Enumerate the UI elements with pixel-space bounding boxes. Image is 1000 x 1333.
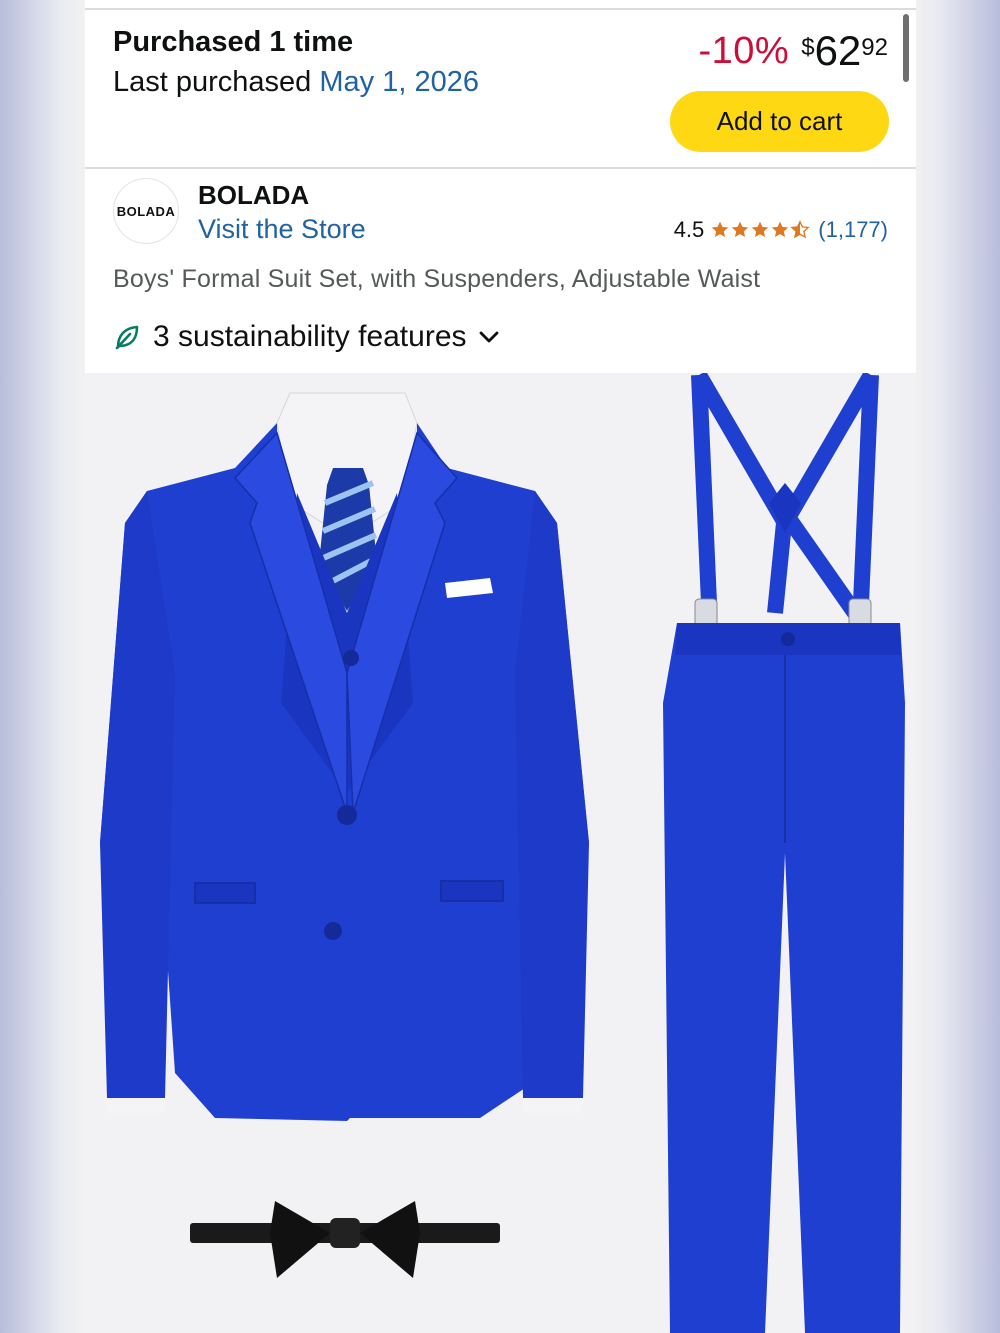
pants-illustration: [663, 623, 905, 1333]
last-purchased-label: Last purchased: [113, 66, 312, 98]
star-icon: [732, 221, 749, 237]
rating-summary[interactable]: 4.5 (1,177): [674, 217, 888, 243]
scrollbar[interactable]: [903, 14, 909, 82]
purchase-count: Purchased 1 time: [113, 26, 354, 58]
leaf-icon: [113, 323, 141, 351]
suit-set-image: [100, 370, 905, 1333]
jacket-illustration: [100, 392, 589, 1121]
bow-tie-illustration: [190, 1201, 500, 1278]
section-divider: [85, 167, 916, 169]
visit-store-link[interactable]: Visit the Store: [198, 214, 366, 245]
brand-logo-text: BOLADA: [116, 203, 176, 219]
sustainability-label: 3 sustainability features: [153, 320, 467, 353]
rating-value: 4.5: [673, 217, 705, 242]
price-currency: $: [801, 34, 815, 61]
product-title: Boys' Formal Suit Set, with Suspenders, …: [113, 265, 761, 293]
half-star-icon: [790, 220, 811, 239]
add-to-cart-button[interactable]: Add to cart: [670, 91, 889, 152]
star-icon: [752, 221, 769, 237]
star-icon: [772, 221, 789, 237]
star-icon: [712, 221, 729, 237]
brand-logo[interactable]: BOLADA: [113, 178, 179, 244]
last-purchased-date[interactable]: May 1, 2026: [319, 66, 479, 98]
rating-stars: [710, 220, 811, 240]
price-fraction: 92: [861, 34, 888, 61]
chevron-down-icon: [477, 325, 501, 349]
rating-count[interactable]: (1,177): [818, 217, 888, 243]
brand-name: BOLADA: [198, 180, 310, 210]
suspenders-illustration: [691, 370, 879, 636]
price-whole: 62: [814, 27, 862, 74]
last-purchased-line: Last purchased May 1, 2026: [113, 66, 479, 99]
discount-percent: -10%: [698, 30, 790, 72]
product-page: Purchased 1 time Last purchased May 1, 2…: [85, 0, 916, 1333]
sustainability-toggle[interactable]: 3 sustainability features: [113, 320, 501, 354]
product-image[interactable]: [85, 370, 916, 1333]
top-divider: [85, 8, 916, 10]
price-block: -10% $ 62 92: [699, 30, 889, 73]
